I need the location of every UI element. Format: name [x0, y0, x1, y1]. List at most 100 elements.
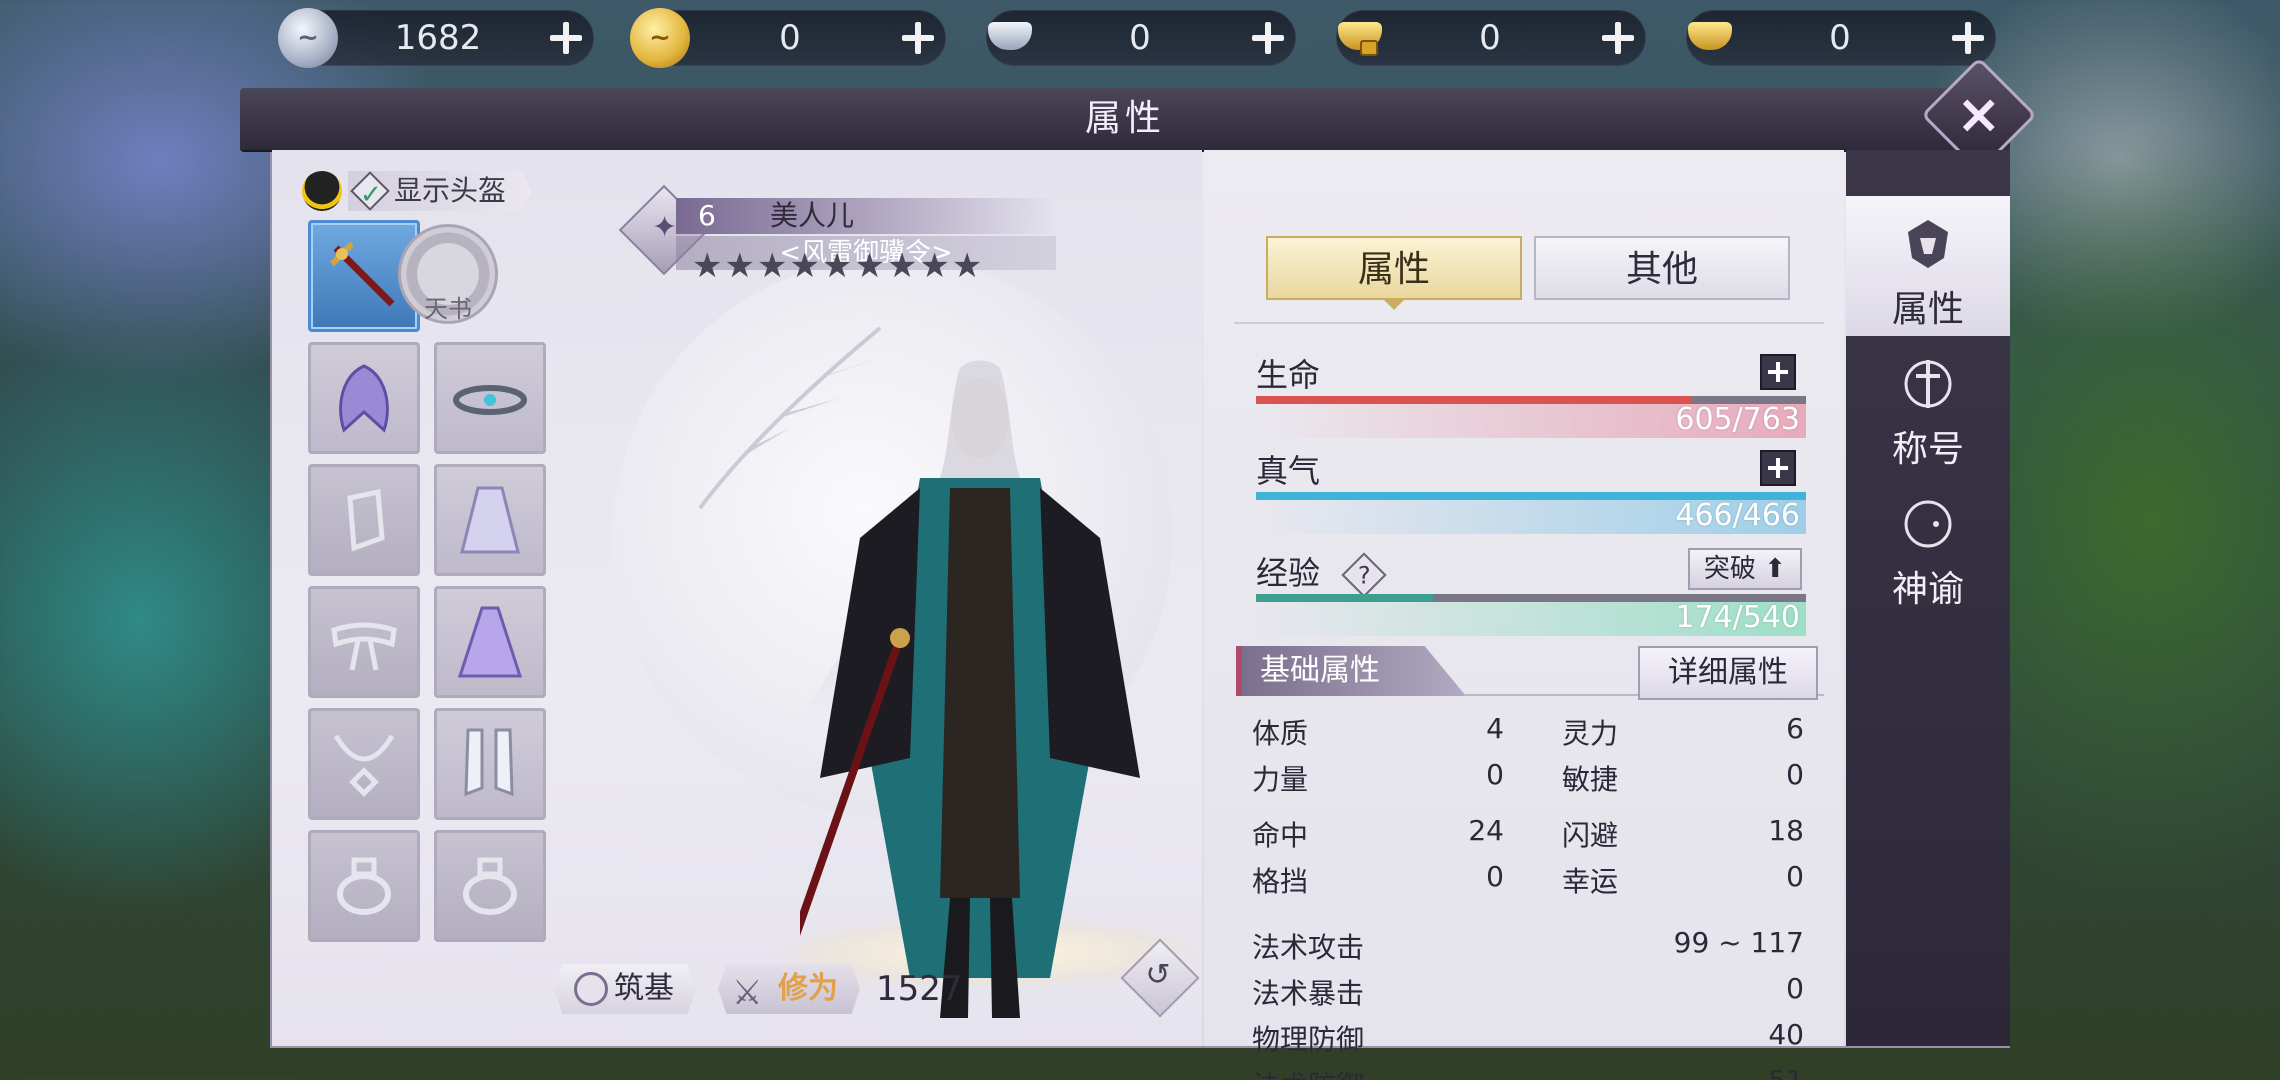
- attr-key: 法术攻击: [1252, 931, 1365, 964]
- attr-key: 幸运: [1562, 865, 1619, 898]
- breakthrough-label: 突破: [1703, 554, 1756, 584]
- divider: [1234, 322, 1824, 324]
- equip-slot-circlet[interactable]: [434, 342, 546, 454]
- attr-key: 灵力: [1562, 717, 1619, 750]
- equip-slot-robe[interactable]: [434, 464, 546, 576]
- star-rating: ★★★★★★★★★: [692, 246, 985, 286]
- tab-other[interactable]: 其他: [1534, 236, 1790, 300]
- belt-icon: [331, 622, 397, 671]
- attr-key: 敏捷: [1562, 763, 1619, 796]
- attr-row: 体质 4 灵力 6: [1236, 712, 1826, 752]
- moon-star-icon: [1904, 500, 1952, 548]
- mp-value: 466/466: [1675, 498, 1800, 533]
- equip-slot-belt[interactable]: [308, 586, 420, 698]
- add-currency-button[interactable]: [1594, 14, 1642, 62]
- add-currency-button[interactable]: [542, 14, 590, 62]
- add-currency-button[interactable]: [1244, 14, 1292, 62]
- side-tab-attributes[interactable]: 属性: [1846, 196, 2010, 336]
- mp-label: 真气: [1256, 452, 1321, 490]
- title-bar: 属性: [240, 88, 2010, 150]
- exp-label: 经验: [1256, 554, 1321, 592]
- attr-value: 6: [1786, 712, 1804, 745]
- robe-icon: [460, 486, 520, 554]
- equip-slot-skirt[interactable]: [434, 586, 546, 698]
- realm-label: 筑基: [614, 971, 674, 1006]
- cultivation-button[interactable]: ⚔ 修为: [718, 964, 860, 1014]
- attr-value: 0: [1786, 758, 1804, 791]
- attr-row: 法术攻击 99 ~ 117: [1236, 926, 1826, 966]
- attr-key: 法术防御: [1252, 1064, 1364, 1080]
- currency-gold-coin: ~ 0: [630, 8, 946, 68]
- attr-value: 24: [1468, 814, 1504, 847]
- currency-value: 0: [1129, 18, 1151, 58]
- add-mp-button[interactable]: [1760, 450, 1796, 486]
- detail-attributes-button[interactable]: 详细属性: [1638, 646, 1818, 700]
- attr-key: 闪避: [1562, 819, 1619, 852]
- tianshu-slot[interactable]: 天书: [392, 218, 504, 330]
- realm-button[interactable]: 筑基: [554, 964, 696, 1014]
- skirt-icon: [457, 606, 523, 678]
- ring-icon: [463, 857, 517, 915]
- character-model[interactable]: [800, 338, 1160, 1038]
- attr-row: 格挡 0 幸运 0: [1236, 860, 1826, 900]
- attr-value: 18: [1768, 814, 1804, 847]
- add-hp-button[interactable]: [1760, 354, 1796, 390]
- show-helmet-toggle[interactable]: ✓ 显示头盔: [302, 170, 533, 212]
- exp-bar-fill: [1256, 594, 1434, 602]
- section-header: 基础属性: [1236, 646, 1466, 696]
- hp-label: 生命: [1256, 356, 1321, 394]
- equip-slot-necklace[interactable]: [308, 708, 420, 820]
- character-level: 6: [698, 199, 716, 232]
- side-tab-oracle[interactable]: 神谕: [1846, 476, 2010, 616]
- wings-icon: [339, 364, 389, 433]
- breakthrough-button[interactable]: 突破 ⬆: [1687, 548, 1802, 590]
- attr-value: 0: [1786, 972, 1804, 1005]
- side-tab-titles[interactable]: 称号: [1846, 336, 2010, 476]
- mp-stat: 真气 466/466: [1256, 446, 1806, 534]
- cultivation-bar: 筑基 ⚔ 修为 1527: [554, 964, 963, 1014]
- attr-value: 51: [1556, 1064, 1804, 1080]
- tab-attributes[interactable]: 属性: [1266, 236, 1522, 300]
- attr-value: 99 ~ 117: [1673, 926, 1804, 959]
- sword-emblem-icon: [1904, 360, 1952, 408]
- character-name: 美人儿: [770, 199, 855, 232]
- helmet-icon: [1908, 220, 1948, 268]
- exp-value: 174/540: [1675, 600, 1800, 635]
- attr-value: 4: [1486, 712, 1504, 745]
- currency-value: 0: [779, 18, 801, 58]
- currency-gold-ingot: 0: [1686, 10, 1996, 66]
- attr-value: 0: [1486, 860, 1504, 893]
- add-currency-button[interactable]: [1944, 14, 1992, 62]
- currency-silver-coin: ~ 1682: [278, 8, 594, 68]
- gold-ingot-icon: [1680, 8, 1740, 68]
- side-tab-label: 称号: [1891, 429, 1964, 470]
- bracer-icon: [347, 488, 385, 552]
- cultivation-label: 修为: [778, 971, 838, 1006]
- show-helmet-checkbox[interactable]: ✓ 显示头盔: [348, 171, 533, 211]
- equip-slot-wings[interactable]: [308, 342, 420, 454]
- equip-slot-ring-2[interactable]: [434, 830, 546, 942]
- equip-slot-ring-1[interactable]: [308, 830, 420, 942]
- stats-panel: 属性 其他 生命 605/763 真气 466/466 经验 ? 突破 ⬆ 17…: [1204, 150, 1844, 1080]
- ring-icon: [337, 857, 391, 915]
- silver-ingot-icon: [980, 8, 1040, 68]
- attributes-window: 属性 × ✓ 显示头盔 天书 ✦ 6 美人儿 <风雷御骥令> ★★★★★★★★★…: [240, 57, 2037, 1080]
- close-icon: ×: [1956, 83, 2002, 146]
- side-tabs: 属性 称号 神谕: [1846, 150, 2010, 1046]
- attr-key: 法术暴击: [1252, 977, 1365, 1010]
- section-title: 基础属性: [1260, 653, 1380, 688]
- silver-coin-icon: ~: [278, 8, 338, 68]
- attr-value: 0: [1486, 758, 1504, 791]
- attr-row: 法术防御 51: [1236, 1064, 1826, 1080]
- attr-value: 0: [1786, 860, 1804, 893]
- hp-bar-fill: [1256, 396, 1693, 404]
- equip-slot-boots[interactable]: [434, 708, 546, 820]
- tab-caret-icon: [1384, 300, 1404, 310]
- add-currency-button[interactable]: [894, 14, 942, 62]
- currency-value: 0: [1479, 18, 1501, 58]
- equip-slot-bracer[interactable]: [308, 464, 420, 576]
- help-icon[interactable]: ?: [1341, 552, 1387, 598]
- arrow-up-icon: ⬆: [1764, 554, 1786, 584]
- crossed-swords-icon: ⚔: [732, 973, 763, 1013]
- currency-locked-gold-ingot: 0: [1336, 10, 1646, 66]
